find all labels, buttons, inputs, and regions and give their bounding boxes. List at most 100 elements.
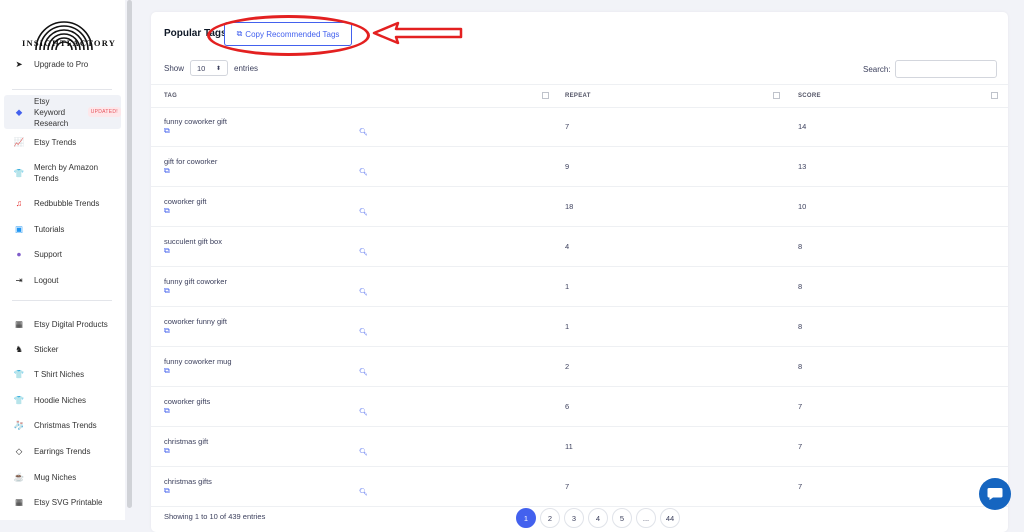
chat-icon (987, 488, 1003, 500)
brand-name: INSIGHTFACTORY (22, 38, 117, 48)
search-icon[interactable]: 🔍︎ (359, 208, 368, 216)
sidebar-item-label: Mug Niches (34, 472, 77, 482)
tag-name: gift for coworker (164, 157, 218, 166)
horse-icon: ♞ (15, 343, 23, 354)
score-value: 10 (798, 202, 807, 211)
entries-select-value: 10 (197, 63, 206, 73)
search-icon[interactable]: 🔍︎ (359, 368, 368, 376)
tag-icon: ◆ (15, 106, 23, 117)
page-button[interactable]: 1 (516, 508, 536, 528)
score-value: 8 (798, 322, 803, 331)
score-value: 7 (798, 442, 803, 451)
score-value: 7 (798, 482, 803, 491)
external-link-icon[interactable]: ⧉ (164, 206, 170, 216)
table-row: succulent gift box ⧉ 🔍︎ 4 8 (151, 226, 1008, 267)
sidebar-item-merch-by-amazon-trends[interactable]: 👕 Merch by Amazon Trends (4, 161, 121, 185)
tag-name: coworker funny gift (164, 317, 227, 326)
pagination: 1 2 3 4 5... 44 (516, 508, 684, 528)
select-caret-icon: ⬍ (215, 65, 222, 72)
external-link-icon[interactable]: ⧉ (164, 166, 170, 176)
sidebar-item-upgrade-to-pro[interactable]: ➤ Upgrade to Pro (4, 52, 121, 76)
tag-name: funny coworker gift (164, 117, 227, 126)
page-button[interactable]: 2 (540, 508, 560, 528)
repeat-value: 1 (565, 322, 570, 331)
sidebar-item-christmas-trends[interactable]: 🧦 Christmas Trends (4, 413, 121, 437)
sidebar-item-tutorials[interactable]: ▣ Tutorials (4, 217, 121, 241)
mug-icon: ☕ (13, 471, 25, 482)
sidebar-item-redbubble-trends[interactable]: ♫ Redbubble Trends (4, 191, 121, 215)
table-row: coworker funny gift ⧉ 🔍︎ 1 8 (151, 306, 1008, 347)
column-header-tag[interactable]: TAG (164, 93, 177, 99)
sidebar-item-label: T Shirt Niches (34, 369, 85, 379)
sidebar-scrollbar[interactable] (127, 0, 132, 508)
entries-select[interactable]: 10 ⬍ (190, 60, 229, 76)
hoodie-icon: 👕 (13, 394, 25, 405)
sidebar-item-logout[interactable]: ⇥ Logout (4, 268, 121, 292)
external-link-icon[interactable]: ⧉ (164, 486, 170, 496)
column-header-score[interactable]: SCORE (798, 93, 821, 99)
table-row: funny gift coworker ⧉ 🔍︎ 1 8 (151, 266, 1008, 307)
chat-launcher-button[interactable] (979, 478, 1011, 510)
sidebar-item-etsy-trends[interactable]: 📈 Etsy Trends (4, 130, 121, 154)
sidebar-item-mug-niches[interactable]: ☕ Mug Niches (4, 465, 121, 489)
sort-icon[interactable] (773, 92, 780, 99)
external-link-icon[interactable]: ⧉ (164, 326, 170, 336)
sidebar-item-t-shirt-niches[interactable]: 👕 T Shirt Niches (4, 362, 121, 386)
table-row: gift for coworker ⧉ 🔍︎ 9 13 (151, 146, 1008, 187)
external-link-icon[interactable]: ⧉ (164, 446, 170, 456)
chat-bubble-icon: ● (16, 249, 22, 259)
annotation-arrow-icon (372, 21, 463, 45)
qr-icon: ▦ (14, 496, 24, 507)
score-value: 7 (798, 402, 803, 411)
search-icon[interactable]: 🔍︎ (359, 168, 368, 176)
table-row: coworker gifts ⧉ 🔍︎ 6 7 (151, 386, 1008, 427)
sidebar-divider (12, 89, 112, 90)
sidebar-item-label: Etsy SVG Printable (34, 497, 103, 507)
sidebar-item-etsy-keyword-research[interactable]: ◆ Etsy Keyword Research UPDATED! (4, 95, 121, 129)
sort-icon[interactable] (991, 92, 998, 99)
sidebar-item-label: Christmas Trends (34, 420, 97, 430)
external-link-icon[interactable]: ⧉ (164, 406, 170, 416)
show-label: Show (164, 63, 185, 73)
external-link-icon[interactable]: ⧉ (164, 126, 170, 136)
repeat-value: 6 (565, 402, 570, 411)
sidebar-item-etsy-svg-printable[interactable]: ▦ Etsy SVG Printable (4, 490, 121, 514)
search-icon[interactable]: 🔍︎ (359, 288, 368, 296)
column-header-repeat[interactable]: REPEAT (565, 93, 591, 99)
page-button[interactable]: 5 (612, 508, 632, 528)
sidebar-item-label: Etsy Digital Products (34, 319, 108, 329)
page-button[interactable]: ... (636, 508, 656, 528)
search-icon[interactable]: 🔍︎ (359, 128, 368, 136)
score-value: 8 (798, 282, 803, 291)
page-button[interactable]: 44 (660, 508, 680, 528)
external-link-icon[interactable]: ⧉ (164, 246, 170, 256)
page-button[interactable]: 3 (564, 508, 584, 528)
external-link-icon[interactable]: ⧉ (164, 286, 170, 296)
search-icon[interactable]: 🔍︎ (359, 328, 368, 336)
search-icon[interactable]: 🔍︎ (359, 488, 368, 496)
score-value: 8 (798, 362, 803, 371)
sidebar-item-earrings-trends[interactable]: ◇ Earrings Trends (4, 439, 121, 463)
sidebar-item-label: Sticker (34, 344, 59, 354)
highlight-annotation (207, 15, 370, 56)
page-button[interactable]: 4 (588, 508, 608, 528)
table-row: funny coworker gift ⧉ 🔍︎ 7 14 (151, 106, 1008, 147)
sidebar-item-label: Hoodie Niches (34, 395, 87, 405)
search-input[interactable] (894, 60, 997, 78)
sidebar-item-etsy-digital-products[interactable]: ▦ Etsy Digital Products (4, 312, 121, 336)
sidebar-item-sticker[interactable]: ♞ Sticker (4, 337, 121, 361)
sidebar-item-label: Etsy Keyword Research (34, 96, 69, 128)
gem-icon: ◇ (15, 445, 23, 456)
sidebar: INSIGHTFACTORY ➤ Upgrade to Pro ◆ Etsy Keyw… (0, 0, 125, 520)
sidebar-item-hoodie-niches[interactable]: 👕 Hoodie Niches (4, 388, 121, 412)
search-icon[interactable]: 🔍︎ (359, 408, 368, 416)
search-icon[interactable]: 🔍︎ (359, 248, 368, 256)
repeat-value: 7 (565, 482, 570, 491)
tag-name: coworker gifts (164, 397, 211, 406)
search-icon[interactable]: 🔍︎ (359, 448, 368, 456)
status-badge: UPDATED! (87, 107, 121, 117)
sidebar-item-support[interactable]: ● Support (4, 242, 121, 266)
sidebar-item-label: Upgrade to Pro (34, 59, 89, 69)
external-link-icon[interactable]: ⧉ (164, 366, 170, 376)
sort-icon[interactable] (542, 92, 549, 99)
